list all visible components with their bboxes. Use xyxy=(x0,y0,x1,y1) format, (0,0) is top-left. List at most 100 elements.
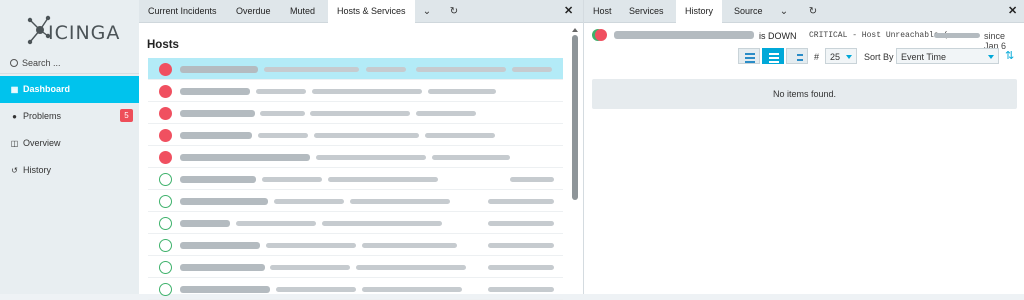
redacted-text xyxy=(180,66,258,73)
host-row[interactable] xyxy=(148,168,563,190)
redacted-text xyxy=(488,221,554,226)
limit-select[interactable]: 25 xyxy=(825,48,857,64)
sidebar-nav: ▦ Dashboard ● Problems 5 ◫ Overview ↺ Histor… xyxy=(0,76,139,184)
sidebar-item-overview[interactable]: ◫ Overview xyxy=(0,130,139,157)
view-minimal-button[interactable] xyxy=(738,48,760,64)
redacted-host-name xyxy=(614,31,754,39)
hosts-column: Current Incidents Overdue Muted Hosts & … xyxy=(139,0,583,300)
scroll-up-icon[interactable] xyxy=(572,28,578,32)
redacted-text xyxy=(236,221,316,226)
refresh-icon[interactable]: ↻ xyxy=(447,0,461,23)
sort-by-label: Sort By xyxy=(864,52,894,62)
problems-icon: ● xyxy=(12,112,17,121)
redacted-text xyxy=(416,111,476,116)
host-row[interactable] xyxy=(148,234,563,256)
problems-count-badge: 5 xyxy=(120,109,133,122)
host-state-down-icon xyxy=(159,129,172,142)
close-icon[interactable]: ✕ xyxy=(564,0,573,23)
host-row[interactable] xyxy=(148,146,563,168)
redacted-text xyxy=(488,243,554,248)
redacted-text xyxy=(316,155,426,160)
redacted-text xyxy=(180,220,230,227)
page-title: Hosts xyxy=(147,39,179,51)
limit-label: # xyxy=(814,52,820,62)
redacted-text xyxy=(266,243,356,248)
sidebar-item-problems[interactable]: ● Problems 5 xyxy=(0,103,139,130)
host-row[interactable] xyxy=(148,58,563,80)
sidebar-search[interactable]: Search ... xyxy=(0,52,139,74)
scrollbar-thumb[interactable] xyxy=(572,35,578,200)
sort-direction-icon[interactable]: ⇅ xyxy=(1005,49,1014,62)
sidebar-item-dashboard[interactable]: ▦ Dashboard xyxy=(0,76,139,103)
redacted-text xyxy=(180,242,260,249)
view-default-button[interactable] xyxy=(762,48,784,64)
tab-overdue[interactable]: Overdue xyxy=(227,0,280,23)
redacted-text xyxy=(362,287,462,292)
tab-muted[interactable]: Muted xyxy=(281,0,324,23)
host-state-down-icon xyxy=(159,63,172,76)
view-detailed-button[interactable] xyxy=(786,48,808,64)
redacted-text xyxy=(512,67,552,72)
redacted-text xyxy=(488,199,554,204)
host-list xyxy=(148,58,563,300)
host-row[interactable] xyxy=(148,190,563,212)
dashboard-icon: ▦ xyxy=(10,85,19,94)
host-row[interactable] xyxy=(148,124,563,146)
redacted-text xyxy=(362,243,457,248)
detail-column: Host Services History Source ⌄ ↻ ✕ is DO… xyxy=(583,0,1024,294)
sidebar: ICINGA Search ... ▦ Dashboard ● Problems 5… xyxy=(0,0,139,294)
tab-host[interactable]: Host xyxy=(584,0,621,23)
redacted-text xyxy=(934,33,980,38)
host-row[interactable] xyxy=(148,256,563,278)
tab-history[interactable]: History xyxy=(676,0,723,24)
tab-source[interactable]: Source xyxy=(725,0,772,23)
search-icon xyxy=(10,59,18,67)
redacted-text xyxy=(310,111,410,116)
search-placeholder[interactable]: Search ... xyxy=(22,58,61,68)
sort-select[interactable]: Event Time xyxy=(896,48,999,64)
host-state-down-icon xyxy=(159,107,172,120)
host-state-up-icon xyxy=(159,173,172,186)
redacted-text xyxy=(180,198,268,205)
sort-value: Event Time xyxy=(901,52,947,62)
sidebar-item-history[interactable]: ↺ History xyxy=(0,157,139,184)
redacted-text xyxy=(276,287,356,292)
overview-icon: ◫ xyxy=(10,139,19,148)
sidebar-item-label: History xyxy=(23,165,52,175)
redacted-text xyxy=(180,132,252,139)
redacted-text xyxy=(425,133,495,138)
redacted-text xyxy=(510,177,554,182)
host-status-text: is DOWN xyxy=(759,31,797,41)
redacted-text xyxy=(488,287,554,292)
redacted-text xyxy=(322,221,442,226)
host-row[interactable] xyxy=(148,80,563,102)
redacted-text xyxy=(312,89,422,94)
chevron-down-icon xyxy=(988,55,994,59)
tab-hosts-services[interactable]: Hosts & Services xyxy=(328,0,415,24)
host-row[interactable] xyxy=(148,212,563,234)
history-controls: # 25 Sort By Event Time ⇅ xyxy=(584,46,1024,68)
redacted-text xyxy=(328,177,438,182)
refresh-icon[interactable]: ↻ xyxy=(806,0,820,23)
host-row[interactable] xyxy=(148,102,563,124)
redacted-text xyxy=(488,265,554,270)
empty-state-message: No items found. xyxy=(592,79,1017,109)
redacted-text xyxy=(416,67,506,72)
chevron-down-icon[interactable]: ⌄ xyxy=(776,0,792,23)
tab-services[interactable]: Services xyxy=(620,0,673,23)
host-state-down-icon xyxy=(159,151,172,164)
redacted-text xyxy=(350,199,450,204)
host-state-down-icon xyxy=(159,85,172,98)
sidebar-item-label: Overview xyxy=(23,138,61,148)
tab-current-incidents[interactable]: Current Incidents xyxy=(139,0,226,23)
host-state-up-icon xyxy=(159,195,172,208)
host-output-text: CRITICAL - Host Unreachable ( xyxy=(809,31,949,40)
redacted-text xyxy=(256,89,306,94)
chevron-down-icon xyxy=(846,55,852,59)
host-row[interactable] xyxy=(148,278,563,300)
close-icon[interactable]: ✕ xyxy=(1008,0,1017,23)
redacted-text xyxy=(180,110,255,117)
limit-value: 25 xyxy=(830,52,841,62)
chevron-down-icon[interactable]: ⌄ xyxy=(419,0,435,23)
host-state-up-icon xyxy=(159,239,172,252)
